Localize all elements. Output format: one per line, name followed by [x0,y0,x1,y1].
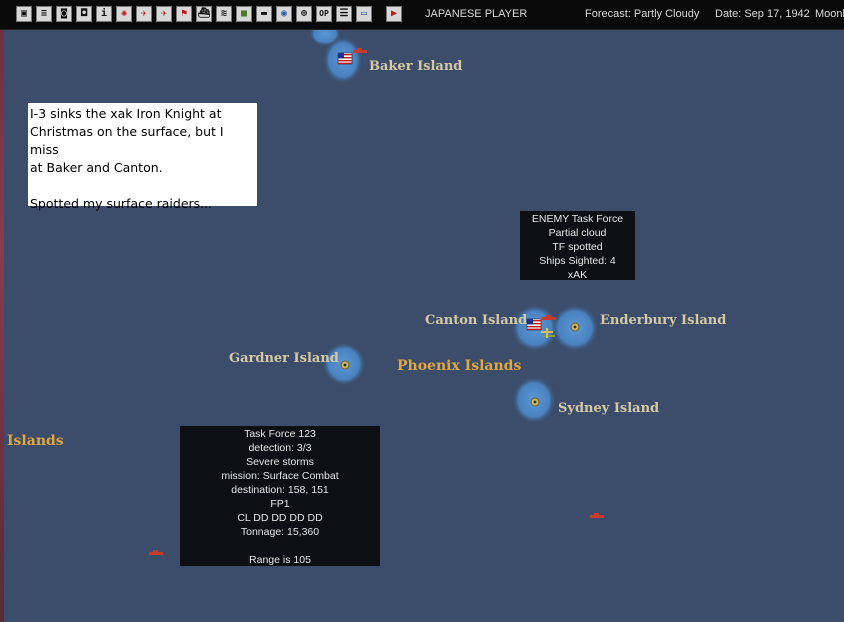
enemy-tf-title: ENEMY Task Force [531,213,624,225]
note-line: Spotted my surface raiders... [30,196,213,211]
enderbury-atoll-icon [570,322,580,332]
list-icon[interactable]: ☰ [336,6,352,22]
gardner-island-label[interactable]: Gardner Island [229,351,339,366]
ship-icon[interactable]: ⛴ [196,6,212,22]
narrative-note: I-3 sinks the xak Iron Knight at Christm… [28,103,257,211]
end-turn-icon[interactable]: ▶ [386,6,402,22]
save-icon[interactable]: ▣ [16,6,32,22]
sydney-atoll-icon [530,397,540,407]
date-label: Date: Sep 17, 1942 [715,8,810,20]
gardner-atoll-icon [340,360,350,370]
enderbury-island-label[interactable]: Enderbury Island [600,313,726,328]
tf-composition: CL DD DD DD DD [237,512,323,524]
tf-mission: mission: Surface Combat [221,470,339,482]
info-icon[interactable]: i [96,6,112,22]
tf-fp: FP1 [270,498,290,510]
document-icon[interactable]: ≡ [36,6,52,22]
japan-flag-icon[interactable]: ✺ [116,6,132,22]
transport-icon[interactable]: ▬ [256,6,272,22]
us-flag-icon-baker [337,52,353,65]
target-icon[interactable]: ⊕ [296,6,312,22]
ship-marker-east [590,513,604,518]
tf-weather: Severe storms [246,456,314,468]
base-icon[interactable]: ◘ [76,6,92,22]
us-flag-icon-canton [526,318,542,331]
note-line: I-3 sinks the xak Iron Knight at [30,106,222,121]
task-force-tooltip: Task Force 123 detection: 3/3 Severe sto… [180,426,380,566]
ship-marker-west [149,550,163,555]
sydney-island-label[interactable]: Sydney Island [558,401,659,416]
window-icon[interactable]: ▭ [356,6,372,22]
forecast-label: Forecast: Partly Cloudy [585,8,700,20]
enemy-tf-weather: Partial cloud [548,227,607,239]
moon-label: Moonl [815,8,844,20]
map-left-edge [0,0,4,622]
ocean-map[interactable] [0,0,844,622]
note-line: at Baker and Canton. [30,160,163,175]
globe-icon[interactable]: ◉ [276,6,292,22]
flag-icon[interactable]: ⚑ [176,6,192,22]
phoenix-islands-label: Phoenix Islands [397,358,522,374]
land-unit-icon[interactable]: ■ [236,6,252,22]
player-label: JAPANESE PLAYER [425,8,528,20]
islands-region-label: Islands [7,433,64,449]
aircraft-group-icon[interactable]: ◙ [56,6,72,22]
enemy-tf-tooltip: ENEMY Task Force Partial cloud TF spotte… [520,211,635,281]
tf-title: Task Force 123 [244,428,316,440]
tf-range: Range is 105 [249,554,311,566]
fighter-icon[interactable]: ✈ [136,6,152,22]
enemy-tf-status: TF spotted [552,241,603,253]
op-icon[interactable]: OP [316,6,332,22]
note-line: Christmas on the surface, but I miss [30,124,224,157]
top-toolbar: ▣ ≡ ◙ ◘ i ✺ ✈ ✈ ⚑ ⛴ ≋ ■ ▬ ◉ ⊕ OP ☰ ▭ ▶ J… [0,0,844,30]
convoy-icon[interactable]: ≋ [216,6,232,22]
enemy-tf-ships: Ships Sighted: 4 [539,255,616,267]
baker-island-label[interactable]: Baker Island [369,59,462,74]
enemy-tf-type: xAK [567,269,588,281]
bomber-icon[interactable]: ✈ [156,6,172,22]
canton-island-label[interactable]: Canton Island [425,313,527,328]
tf-destination: destination: 158, 151 [231,484,329,496]
tf-tonnage: Tonnage: 15,360 [240,526,320,538]
tf-detection: detection: 3/3 [248,442,312,454]
